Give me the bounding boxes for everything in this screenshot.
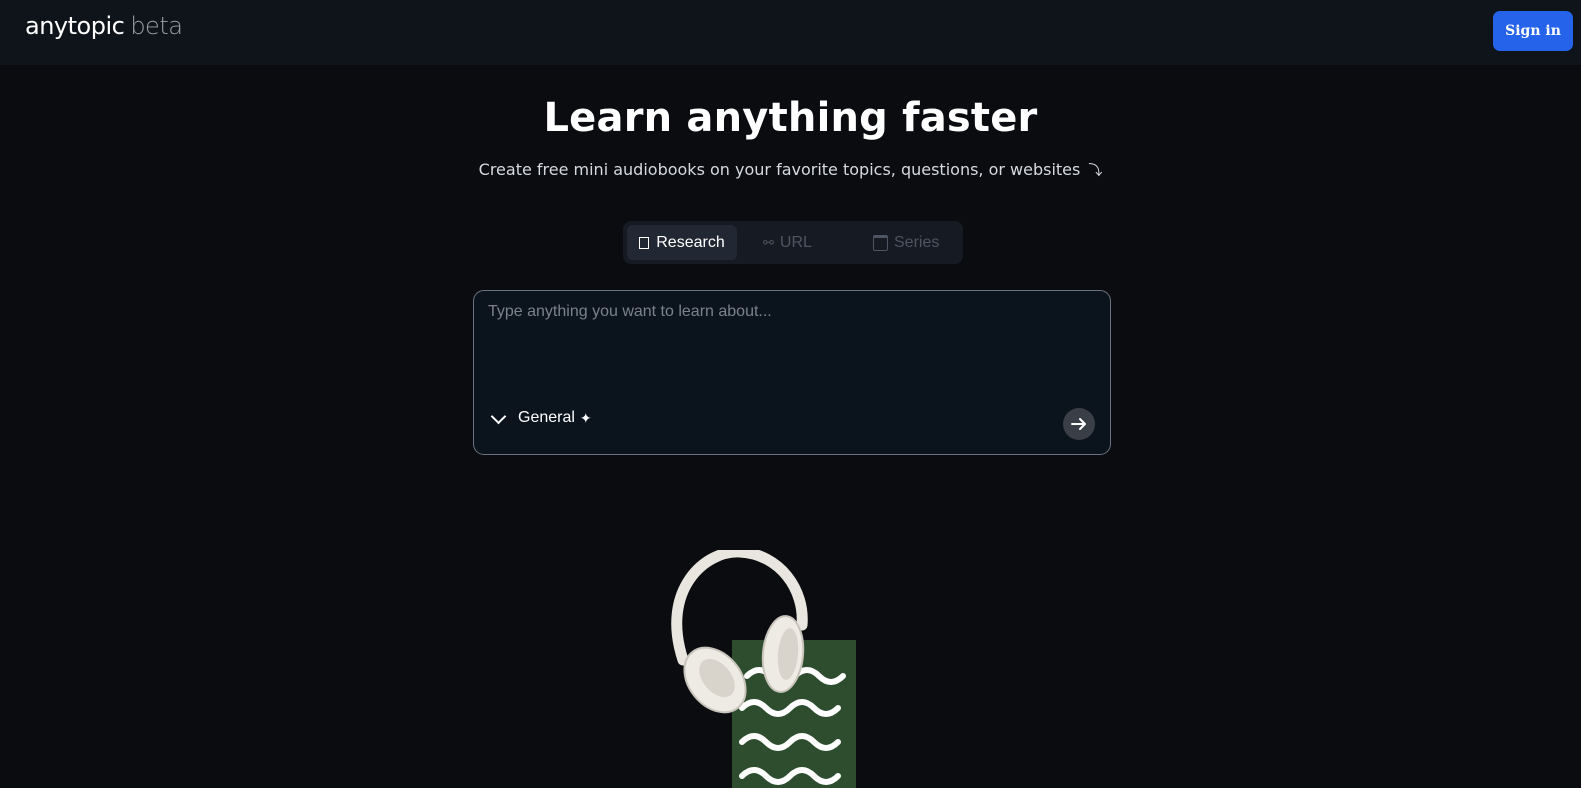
topic-input-card: General ✦ — [473, 290, 1111, 455]
chevron-down-icon — [490, 408, 507, 424]
subtitle-text: Create free mini audiobooks on your favo… — [478, 160, 1081, 179]
headphones-book-illustration — [671, 550, 856, 788]
tab-research-label: Research — [656, 233, 725, 251]
top-nav-bar: anytopic beta Sign in — [0, 0, 1581, 65]
submit-button[interactable] — [1063, 408, 1095, 440]
logo-text: anytopic — [25, 12, 125, 40]
calendar-icon — [873, 234, 888, 251]
document-icon — [639, 236, 650, 249]
mode-label: General — [518, 409, 575, 426]
sign-in-button[interactable]: Sign in — [1493, 11, 1573, 51]
logo-beta-label: beta — [130, 12, 183, 40]
tab-series-label: Series — [894, 233, 940, 251]
tab-series[interactable]: Series — [873, 225, 939, 260]
topic-input[interactable] — [486, 301, 1100, 395]
tab-url-label: URL — [779, 233, 812, 251]
logo[interactable]: anytopic beta — [25, 12, 183, 40]
tab-url[interactable]: ⚯ URL — [763, 225, 812, 260]
arrow-right-icon — [1071, 418, 1086, 430]
page-title: Learn anything faster — [543, 95, 1038, 141]
tab-research[interactable]: Research — [627, 225, 737, 260]
mode-tabs: Research ⚯ URL Series — [623, 221, 963, 264]
mode-dropdown[interactable]: General ✦ — [489, 408, 592, 427]
page-subtitle: Create free mini audiobooks on your favo… — [0, 160, 1581, 180]
curved-arrow-icon: ⤵ — [1088, 163, 1103, 179]
sparkles-icon: ✦ — [579, 409, 592, 426]
link-icon: ⚯ — [763, 234, 774, 250]
